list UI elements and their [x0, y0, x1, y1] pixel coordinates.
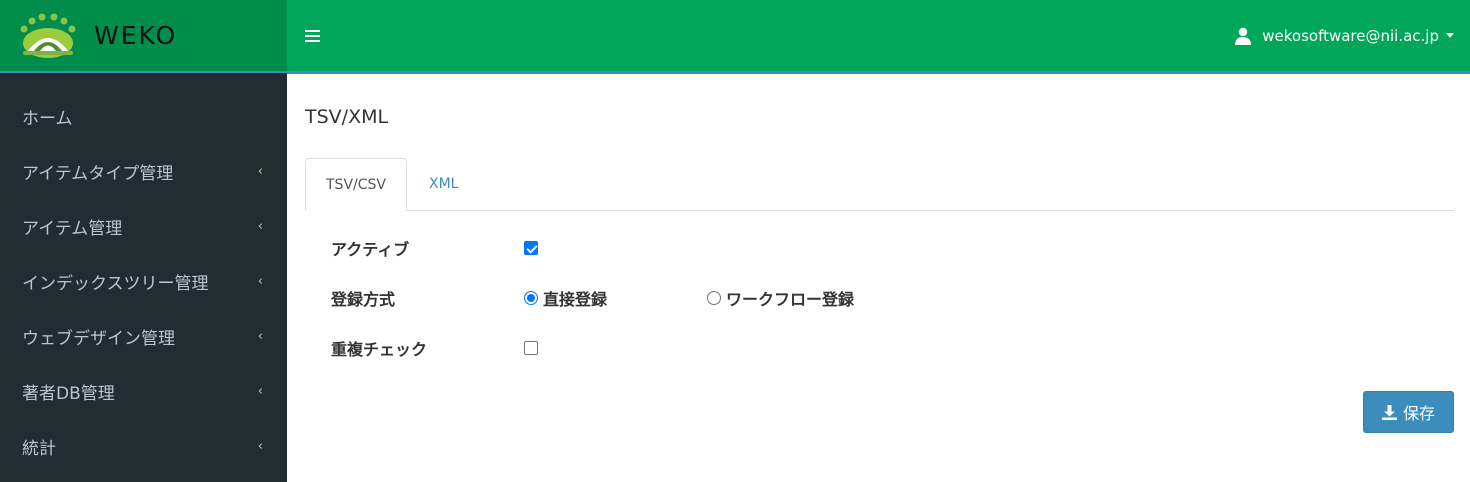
sidebar-item-statistics[interactable]: 統計 ‹	[0, 419, 287, 474]
sidebar-item-item-management[interactable]: アイテム管理 ‹	[0, 199, 287, 254]
sidebar-item-home[interactable]: ホーム	[0, 89, 287, 144]
chevron-left-icon: ‹	[257, 164, 263, 179]
main-content: TSV/XML TSV/CSV XML アクティブ 登録方式 直接登録 ワークフ…	[305, 74, 1454, 433]
tab-tsv-csv[interactable]: TSV/CSV	[305, 158, 407, 211]
weko-logo-icon	[20, 13, 76, 58]
chevron-left-icon: ‹	[257, 274, 263, 289]
tab-xml[interactable]: XML	[409, 158, 478, 210]
sidebar-item-label: ホーム	[22, 109, 73, 129]
registration-method-label: 登録方式	[331, 290, 396, 309]
workflow-registration-option[interactable]: ワークフロー登録	[707, 286, 854, 310]
chevron-left-icon: ‹	[257, 384, 263, 399]
chevron-left-icon: ‹	[257, 219, 263, 234]
sidebar-item-label: 著者DB管理	[22, 384, 115, 404]
sidebar-menu: ホーム アイテムタイプ管理 ‹ アイテム管理 ‹ インデックスツリー管理 ‹ ウ…	[0, 73, 287, 474]
workflow-registration-radio[interactable]	[707, 291, 722, 305]
tab-bar: TSV/CSV XML	[305, 158, 1454, 211]
page-title: TSV/XML	[305, 106, 389, 128]
sidebar-item-label: アイテム管理	[22, 219, 123, 239]
user-icon	[1235, 27, 1252, 45]
direct-registration-option[interactable]: 直接登録	[524, 286, 607, 310]
active-row: アクティブ	[331, 223, 1454, 273]
user-email: wekosoftware@nii.ac.jp	[1262, 26, 1439, 45]
sidebar: WEKO ホーム アイテムタイプ管理 ‹ アイテム管理 ‹ インデックスツリー管…	[0, 0, 287, 482]
active-checkbox[interactable]	[524, 241, 538, 255]
top-navbar: wekosoftware@nii.ac.jp	[287, 0, 1470, 71]
logo-area[interactable]: WEKO	[0, 0, 287, 71]
settings-form: アクティブ 登録方式 直接登録 ワークフロー登録 重複チェック	[305, 223, 1454, 373]
sidebar-item-web-design-management[interactable]: ウェブデザイン管理 ‹	[0, 309, 287, 364]
save-button[interactable]: 保存	[1363, 391, 1454, 433]
sidebar-item-label: インデックスツリー管理	[22, 274, 209, 294]
user-menu-dropdown[interactable]: wekosoftware@nii.ac.jp	[1234, 27, 1454, 45]
sidebar-item-item-type-management[interactable]: アイテムタイプ管理 ‹	[0, 144, 287, 199]
hamburger-menu-icon[interactable]	[305, 29, 320, 42]
caret-down-icon	[1446, 33, 1454, 38]
sidebar-item-label: ウェブデザイン管理	[22, 329, 175, 349]
registration-method-radio-group: 直接登録 ワークフロー登録	[524, 286, 854, 310]
sidebar-item-label: アイテムタイプ管理	[22, 164, 174, 184]
direct-registration-radio[interactable]	[524, 291, 538, 305]
chevron-left-icon: ‹	[257, 329, 263, 344]
download-icon	[1381, 404, 1397, 420]
sidebar-item-author-db-management[interactable]: 著者DB管理 ‹	[0, 364, 287, 419]
duplicate-check-checkbox[interactable]	[524, 341, 538, 355]
logo-text: WEKO	[94, 21, 178, 50]
direct-registration-label: 直接登録	[543, 290, 608, 309]
duplicate-check-row: 重複チェック	[331, 323, 1454, 373]
active-label: アクティブ	[331, 240, 410, 259]
save-button-label: 保存	[1402, 406, 1435, 423]
duplicate-check-label: 重複チェック	[331, 340, 428, 359]
registration-method-row: 登録方式 直接登録 ワークフロー登録	[331, 273, 1454, 323]
workflow-registration-label: ワークフロー登録	[726, 290, 855, 309]
chevron-left-icon: ‹	[257, 439, 263, 454]
sidebar-item-label: 統計	[22, 439, 56, 459]
sidebar-item-index-tree-management[interactable]: インデックスツリー管理 ‹	[0, 254, 287, 309]
